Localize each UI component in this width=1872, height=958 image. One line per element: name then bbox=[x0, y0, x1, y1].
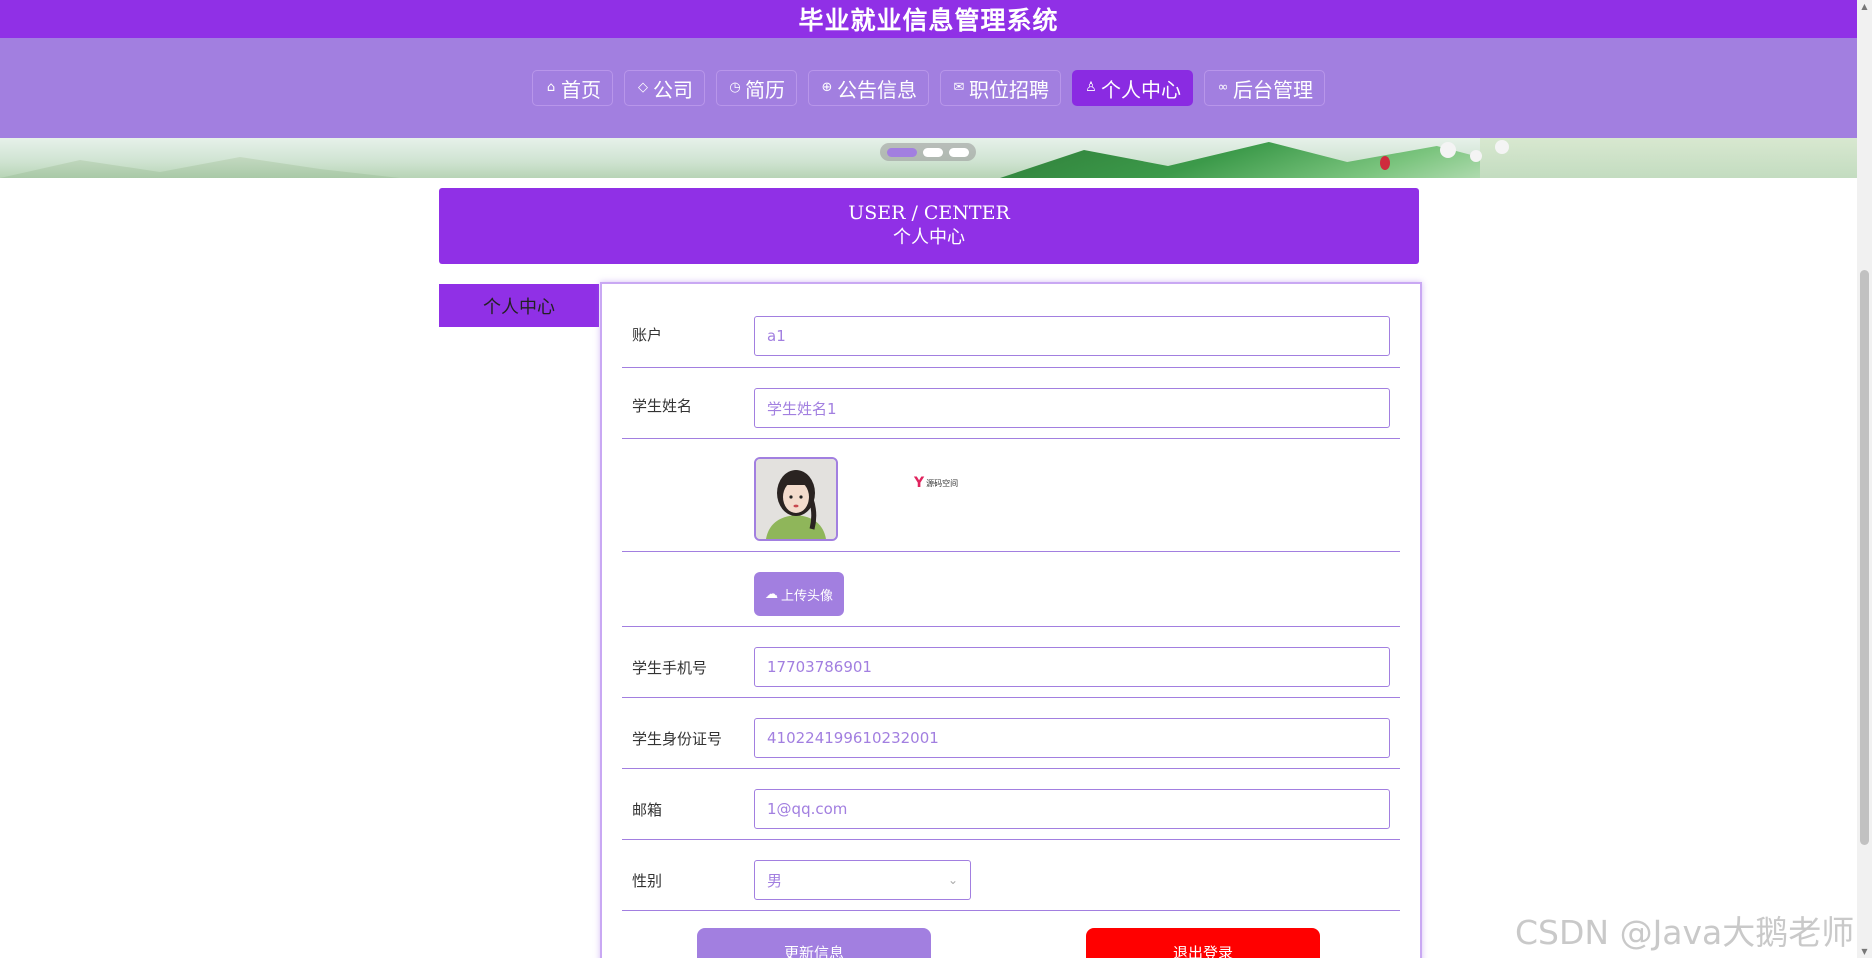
watermark-logo: Y 源码空间 bbox=[914, 475, 958, 491]
nav-item-label: 个人中心 bbox=[1101, 77, 1181, 102]
update-info-button[interactable]: 更新信息 bbox=[697, 928, 931, 958]
gender-value: 男 bbox=[767, 871, 783, 890]
email-input[interactable]: 1@qq.com bbox=[754, 789, 1390, 829]
email-label: 邮箱 bbox=[632, 801, 663, 819]
nav-item-label: 后台管理 bbox=[1233, 77, 1313, 102]
app-title-bar: 毕业就业信息管理系统 bbox=[0, 0, 1857, 38]
blossom-icon bbox=[1470, 150, 1482, 162]
scrollbar-thumb[interactable] bbox=[1860, 270, 1869, 845]
form-row-upload: ☁ 上传头像 bbox=[622, 552, 1400, 627]
nav-item-resume[interactable]: ◷ 简历 bbox=[716, 70, 797, 106]
scroll-up-icon[interactable]: ▲ bbox=[1860, 2, 1869, 11]
email-value: 1@qq.com bbox=[767, 800, 848, 818]
watermark-logo-text: 源码空间 bbox=[926, 478, 959, 488]
nav-item-label: 职位招聘 bbox=[969, 77, 1049, 102]
banner-sky-right bbox=[1480, 138, 1857, 178]
carousel-dot[interactable] bbox=[949, 147, 969, 157]
logo-icon: Y bbox=[914, 475, 925, 491]
gender-label: 性别 bbox=[632, 872, 663, 890]
globe-icon: ⊕ bbox=[821, 80, 833, 95]
sidebar-item-profile[interactable]: 个人中心 bbox=[439, 284, 599, 327]
link-icon: ∞ bbox=[1217, 80, 1229, 95]
upload-avatar-button[interactable]: ☁ 上传头像 bbox=[754, 572, 844, 616]
nav-item-notices[interactable]: ⊕ 公告信息 bbox=[808, 70, 929, 106]
nav-item-label: 简历 bbox=[745, 77, 785, 102]
chevron-down-icon: ⌄ bbox=[947, 873, 958, 887]
nav-item-jobs[interactable]: ✉ 职位招聘 bbox=[940, 70, 1061, 106]
sidebar-item-label: 个人中心 bbox=[483, 296, 555, 318]
avatar bbox=[754, 457, 838, 541]
form-row-name: 学生姓名 学生姓名1 bbox=[622, 368, 1400, 439]
blossom-icon bbox=[1440, 142, 1456, 158]
form-row-gender: 性别 男 ⌄ bbox=[622, 840, 1400, 911]
blossom-icon bbox=[1495, 140, 1509, 154]
name-input[interactable]: 学生姓名1 bbox=[754, 388, 1390, 428]
clock-icon: ◷ bbox=[729, 80, 741, 95]
upload-avatar-label: 上传头像 bbox=[780, 588, 833, 604]
carousel-dot[interactable] bbox=[887, 147, 917, 157]
csdn-watermark: CSDN @Java大鹅老师 bbox=[1515, 913, 1855, 952]
avatar-photo bbox=[756, 459, 836, 539]
nav-item-label: 首页 bbox=[561, 77, 601, 102]
account-input[interactable]: a1 bbox=[754, 316, 1390, 356]
name-label: 学生姓名 bbox=[632, 397, 693, 415]
home-icon: ⌂ bbox=[546, 80, 556, 95]
page: 毕业就业信息管理系统 ⌂ 首页 ◇ 公司 ◷ 简历 ⊕ 公告信息 ✉ 职位招聘 … bbox=[0, 0, 1857, 958]
page-scrollbar[interactable]: ▲ ▼ bbox=[1857, 0, 1872, 958]
name-value: 学生姓名1 bbox=[767, 399, 837, 418]
nav-item-company[interactable]: ◇ 公司 bbox=[624, 70, 705, 106]
nav-item-profile[interactable]: ♙ 个人中心 bbox=[1072, 70, 1193, 106]
account-value: a1 bbox=[767, 327, 786, 345]
logout-label: 退出登录 bbox=[1172, 944, 1233, 958]
nav-item-label: 公司 bbox=[653, 77, 693, 102]
scroll-down-icon[interactable]: ▼ bbox=[1860, 947, 1869, 956]
form-row-phone: 学生手机号 17703786901 bbox=[622, 627, 1400, 698]
id-card-input[interactable]: 410224199610232001 bbox=[754, 718, 1390, 758]
carousel-dot[interactable] bbox=[923, 147, 943, 157]
update-info-label: 更新信息 bbox=[783, 944, 844, 958]
logout-button[interactable]: 退出登录 bbox=[1086, 928, 1320, 958]
profile-form: 账户 a1 学生姓名 学生姓名1 Y 源码空间 ☁ 上传头像 学生手机号 177… bbox=[600, 282, 1422, 958]
gender-select[interactable]: 男 ⌄ bbox=[754, 860, 971, 900]
account-label: 账户 bbox=[632, 326, 663, 344]
app-title: 毕业就业信息管理系统 bbox=[798, 6, 1059, 35]
phone-label: 学生手机号 bbox=[632, 659, 708, 677]
nav-item-home[interactable]: ⌂ 首页 bbox=[532, 70, 613, 106]
form-row-account: 账户 a1 bbox=[622, 284, 1400, 368]
user-icon: ♙ bbox=[1085, 80, 1097, 95]
form-row-id-card: 学生身份证号 410224199610232001 bbox=[622, 698, 1400, 769]
nav-item-admin[interactable]: ∞ 后台管理 bbox=[1204, 70, 1325, 106]
phone-value: 17703786901 bbox=[767, 658, 872, 676]
section-title-cn: 个人中心 bbox=[893, 227, 965, 248]
phone-input[interactable]: 17703786901 bbox=[754, 647, 1390, 687]
mail-icon: ✉ bbox=[953, 80, 965, 95]
section-header: USER / CENTER 个人中心 bbox=[439, 188, 1419, 264]
carousel-indicators bbox=[880, 143, 976, 161]
main-nav: ⌂ 首页 ◇ 公司 ◷ 简历 ⊕ 公告信息 ✉ 职位招聘 ♙ 个人中心 ∞ 后台… bbox=[0, 38, 1857, 138]
form-row-avatar: Y 源码空间 bbox=[622, 439, 1400, 552]
tag-icon: ◇ bbox=[638, 80, 648, 95]
form-row-email: 邮箱 1@qq.com bbox=[622, 769, 1400, 840]
nav-item-label: 公告信息 bbox=[837, 77, 917, 102]
blossom-icon bbox=[1380, 156, 1390, 170]
id-card-value: 410224199610232001 bbox=[767, 729, 939, 747]
cloud-upload-icon: ☁ bbox=[764, 586, 778, 602]
banner-mountain-left bbox=[0, 157, 400, 178]
section-title-en: USER / CENTER bbox=[848, 202, 1010, 224]
id-card-label: 学生身份证号 bbox=[632, 730, 723, 748]
